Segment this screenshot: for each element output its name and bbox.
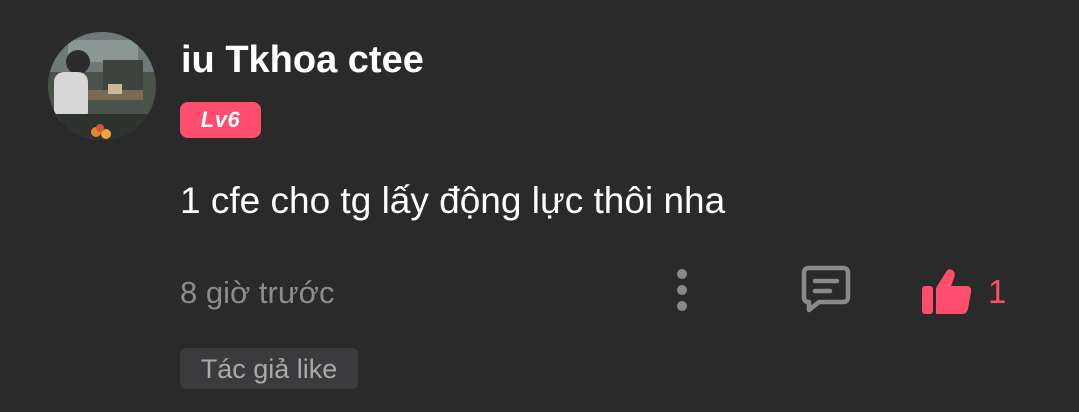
author-liked-tag: Tác giả like bbox=[180, 348, 358, 389]
author-name[interactable]: iu Tkhoa ctee bbox=[181, 38, 424, 82]
like-button[interactable]: 1 bbox=[918, 264, 1018, 318]
more-vertical-icon bbox=[677, 269, 687, 311]
comment-item: iu Tkhoa ctee Lv6 1 cfe cho tg lấy động … bbox=[0, 0, 1079, 412]
comment-icon bbox=[801, 265, 851, 313]
thumbs-up-icon bbox=[922, 269, 972, 314]
more-options-button[interactable] bbox=[664, 264, 700, 316]
level-label: Lv6 bbox=[200, 107, 241, 132]
avatar-image bbox=[48, 32, 156, 140]
author-liked-label: Tác giả like bbox=[200, 353, 338, 384]
comment-timestamp: 8 giờ trước bbox=[180, 275, 335, 310]
level-badge: Lv6 bbox=[180, 102, 261, 138]
reply-button[interactable] bbox=[800, 264, 852, 314]
like-count: 1 bbox=[988, 273, 1007, 310]
comment-text: 1 cfe cho tg lấy động lực thôi nha bbox=[180, 180, 726, 221]
avatar[interactable] bbox=[48, 32, 156, 140]
